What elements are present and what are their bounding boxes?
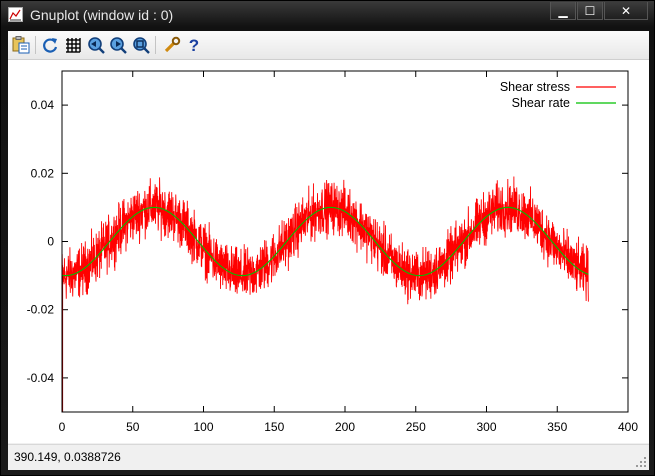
unzoom-icon bbox=[133, 37, 150, 54]
series-line-shear-stress bbox=[61, 176, 589, 305]
x-tick-label: 50 bbox=[126, 420, 140, 434]
y-tick-label: 0.04 bbox=[31, 98, 55, 112]
cursor-coordinates: 390.149, 0.0388726 bbox=[14, 450, 121, 464]
x-tick-label: 350 bbox=[547, 420, 567, 434]
maximize-button[interactable]: ☐ bbox=[577, 2, 603, 20]
legend-label: Shear stress bbox=[500, 80, 570, 94]
options-button[interactable] bbox=[162, 35, 182, 55]
x-tick-label: 0 bbox=[59, 420, 66, 434]
x-tick-label: 400 bbox=[618, 420, 638, 434]
zoom-previous-button[interactable] bbox=[86, 35, 106, 55]
replot-icon bbox=[43, 38, 58, 53]
grid-button[interactable] bbox=[63, 35, 83, 55]
zoom-next-icon bbox=[110, 37, 127, 54]
zoom-previous-icon bbox=[88, 37, 105, 54]
svg-text:?: ? bbox=[189, 36, 199, 54]
window-title: Gnuplot (window id : 0) bbox=[30, 7, 174, 23]
toolbar-separator bbox=[155, 36, 156, 54]
gnuplot-window: Gnuplot (window id : 0) ▁ ☐ ✕ ? 0 50 100… bbox=[0, 0, 655, 476]
toolbar-separator bbox=[35, 36, 36, 54]
plot-area[interactable]: 0 50 100 150 200 250 300 350 400 -0.04 -0.02 0 0.02 0… bbox=[8, 60, 649, 443]
gnuplot-app-icon[interactable] bbox=[8, 7, 23, 22]
help-icon: ? bbox=[189, 36, 199, 54]
x-tick-label: 150 bbox=[264, 420, 284, 434]
resize-grip-icon[interactable] bbox=[635, 456, 647, 468]
x-tick-label: 100 bbox=[193, 420, 213, 434]
minimize-button[interactable]: ▁ bbox=[550, 2, 576, 20]
copy-to-clipboard-button[interactable] bbox=[11, 35, 31, 55]
legend-label: Shear rate bbox=[512, 96, 570, 110]
client-area: ? 0 50 100 150 200 250 300 350 400 -0.04 -0.02 0 0.0… bbox=[8, 31, 649, 470]
y-tick-label: 0.02 bbox=[31, 166, 55, 180]
replot-button[interactable] bbox=[40, 35, 60, 55]
help-button[interactable]: ? bbox=[184, 35, 204, 55]
grid-icon bbox=[66, 38, 81, 53]
y-tick-label: -0.02 bbox=[27, 303, 55, 317]
toolbar: ? bbox=[8, 31, 649, 60]
status-bar: 390.149, 0.0388726 bbox=[8, 444, 649, 470]
copy-to-clipboard-icon bbox=[12, 36, 30, 54]
y-tick-label: 0 bbox=[47, 235, 54, 249]
x-tick-label: 250 bbox=[406, 420, 426, 434]
close-button[interactable]: ✕ bbox=[604, 2, 648, 20]
y-tick-label: -0.04 bbox=[27, 371, 55, 385]
zoom-next-button[interactable] bbox=[108, 35, 128, 55]
x-tick-label: 300 bbox=[476, 420, 496, 434]
window-controls: ▁ ☐ ✕ bbox=[549, 2, 648, 22]
options-wrench-icon bbox=[164, 36, 181, 53]
unzoom-button[interactable] bbox=[131, 35, 151, 55]
title-bar[interactable]: Gnuplot (window id : 0) ▁ ☐ ✕ bbox=[1, 1, 654, 31]
x-tick-label: 200 bbox=[335, 420, 355, 434]
line-chart[interactable]: 0 50 100 150 200 250 300 350 400 -0.04 -0.02 0 0.02 0… bbox=[8, 60, 649, 443]
